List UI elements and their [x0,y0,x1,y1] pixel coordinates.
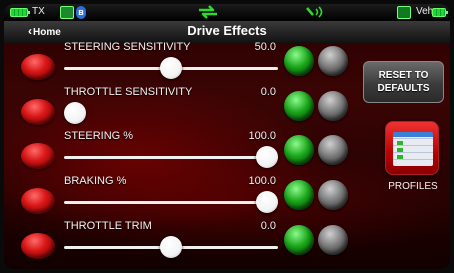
slider-track[interactable] [64,201,278,204]
slider-knob[interactable] [160,57,182,79]
close-icon [318,225,348,255]
decrease-button[interactable] [21,99,55,125]
confirm-button[interactable] [284,91,314,121]
tx-battery-icon [10,8,30,17]
reset-label-line1: RESET TO [378,70,429,81]
control-label: BRAKING % [64,175,127,187]
check-icon [284,91,314,121]
confirm-button[interactable] [284,180,314,210]
close-icon [318,91,348,121]
control-value: 50.0 [254,41,276,53]
veh-label: Veh [416,6,434,17]
veh-battery-icon [432,8,448,17]
screen: TX ʙ Veh ‹Home Drive Effects STEERING SE… [4,4,450,269]
tx-label: TX [32,6,45,17]
car-icon [397,6,411,19]
phone-icon [60,6,74,19]
reset-row-button[interactable] [318,180,348,210]
control-row-steering-sensitivity: STEERING SENSITIVITY 50.0 [4,41,364,81]
check-icon [284,225,314,255]
reset-row-button[interactable] [318,135,348,165]
close-icon [318,180,348,210]
reset-label-line2: DEFAULTS [377,83,430,94]
nav-header: ‹Home Drive Effects [4,21,450,43]
reset-row-button[interactable] [318,46,348,76]
control-label: THROTTLE TRIM [64,220,152,232]
control-value: 0.0 [260,86,276,98]
control-value: 100.0 [248,175,276,187]
control-value: 100.0 [248,130,276,142]
slider-track[interactable] [64,112,278,115]
slider-knob[interactable] [64,102,86,124]
profiles-document-icon [393,132,433,166]
confirm-button[interactable] [284,135,314,165]
profiles-label: PROFILES [388,181,438,192]
control-label: STEERING % [64,130,134,142]
control-value: 0.0 [260,220,276,232]
status-bar: TX ʙ Veh [4,4,450,21]
sync-arrows-icon [199,5,217,19]
decrease-button[interactable] [21,188,55,214]
check-icon [284,135,314,165]
check-icon [284,180,314,210]
reset-row-button[interactable] [318,91,348,121]
confirm-button[interactable] [284,225,314,255]
control-row-throttle-trim: THROTTLE TRIM 0.0 [4,220,364,260]
page-title: Drive Effects [187,23,267,38]
profiles-button[interactable] [385,121,439,175]
slider-track[interactable] [64,156,278,159]
control-label: THROTTLE SENSITIVITY [64,86,193,98]
slider-knob[interactable] [256,191,278,213]
signal-icon [306,6,323,18]
decrease-button[interactable] [21,143,55,169]
confirm-button[interactable] [284,46,314,76]
bluetooth-icon: ʙ [76,6,86,19]
reset-to-defaults-button[interactable]: RESET TO DEFAULTS [363,61,444,103]
control-label: STEERING SENSITIVITY [64,41,191,53]
close-icon [318,135,348,165]
decrease-button[interactable] [21,233,55,259]
slider-knob[interactable] [256,146,278,168]
control-row-braking: BRAKING % 100.0 [4,175,364,215]
decrease-button[interactable] [21,54,55,80]
close-icon [318,46,348,76]
slider-knob[interactable] [160,236,182,258]
control-row-steering: STEERING % 100.0 [4,130,364,170]
control-row-throttle-sensitivity: THROTTLE SENSITIVITY 0.0 [4,86,364,126]
check-icon [284,46,314,76]
reset-row-button[interactable] [318,225,348,255]
